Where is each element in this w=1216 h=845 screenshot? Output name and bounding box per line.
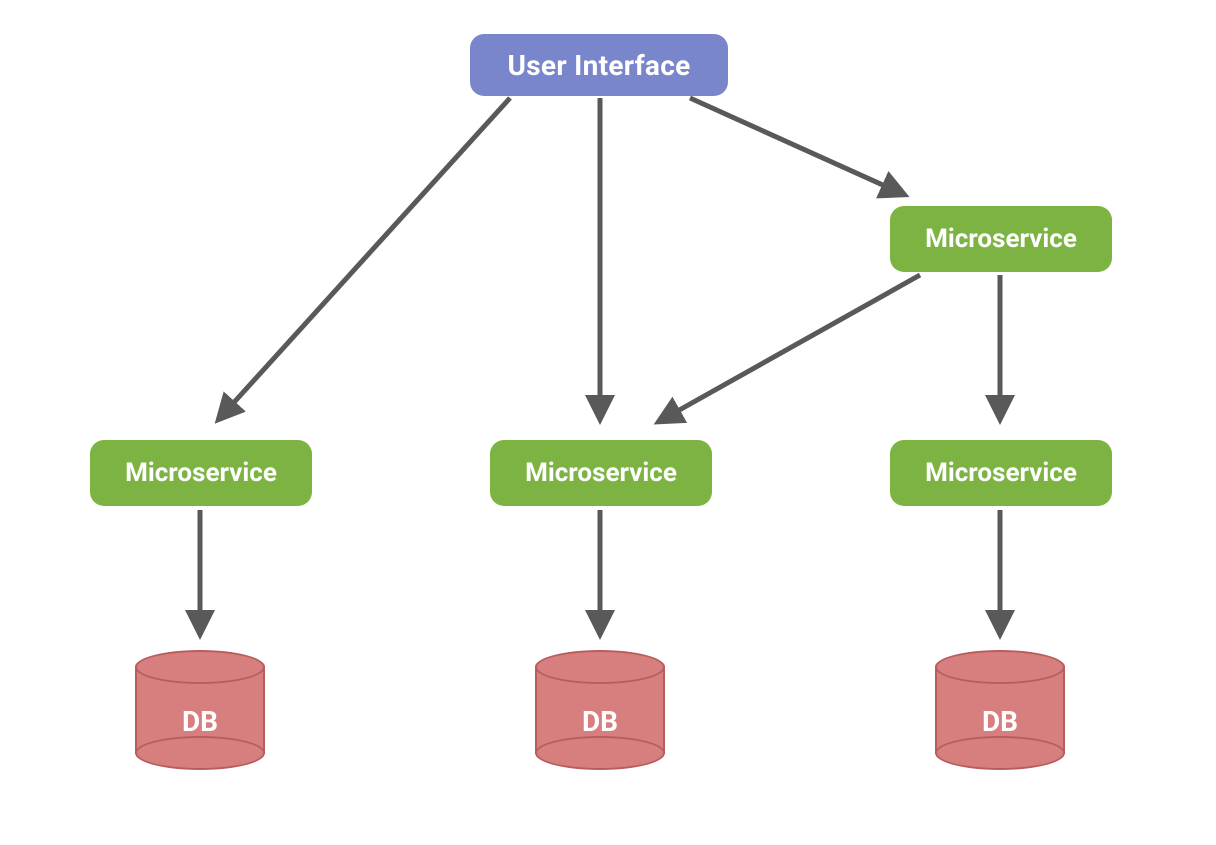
- microservice-top-right-label: Microservice: [925, 224, 1077, 254]
- cylinder-icon: DB: [135, 650, 265, 770]
- user-interface-node: User Interface: [470, 34, 728, 96]
- microservice-left-label: Microservice: [125, 458, 277, 488]
- microservice-right-label: Microservice: [925, 458, 1077, 488]
- diagram-canvas: User Interface Microservice Microservice…: [0, 0, 1216, 845]
- cylinder-icon: DB: [935, 650, 1065, 770]
- microservice-left-node: Microservice: [90, 440, 312, 506]
- database-left-label: DB: [135, 705, 265, 738]
- microservice-center-label: Microservice: [525, 458, 677, 488]
- edge-ms-top-right-to-ms-center: [658, 275, 920, 422]
- database-right-node: DB: [935, 650, 1065, 770]
- database-left-node: DB: [135, 650, 265, 770]
- cylinder-icon: DB: [535, 650, 665, 770]
- microservice-right-node: Microservice: [890, 440, 1112, 506]
- microservice-center-node: Microservice: [490, 440, 712, 506]
- database-center-label: DB: [535, 705, 665, 738]
- edge-ui-to-ms-left: [218, 98, 510, 420]
- database-right-label: DB: [935, 705, 1065, 738]
- microservice-top-right-node: Microservice: [890, 206, 1112, 272]
- edge-ui-to-ms-top-right: [690, 98, 905, 195]
- database-center-node: DB: [535, 650, 665, 770]
- user-interface-label: User Interface: [507, 49, 690, 82]
